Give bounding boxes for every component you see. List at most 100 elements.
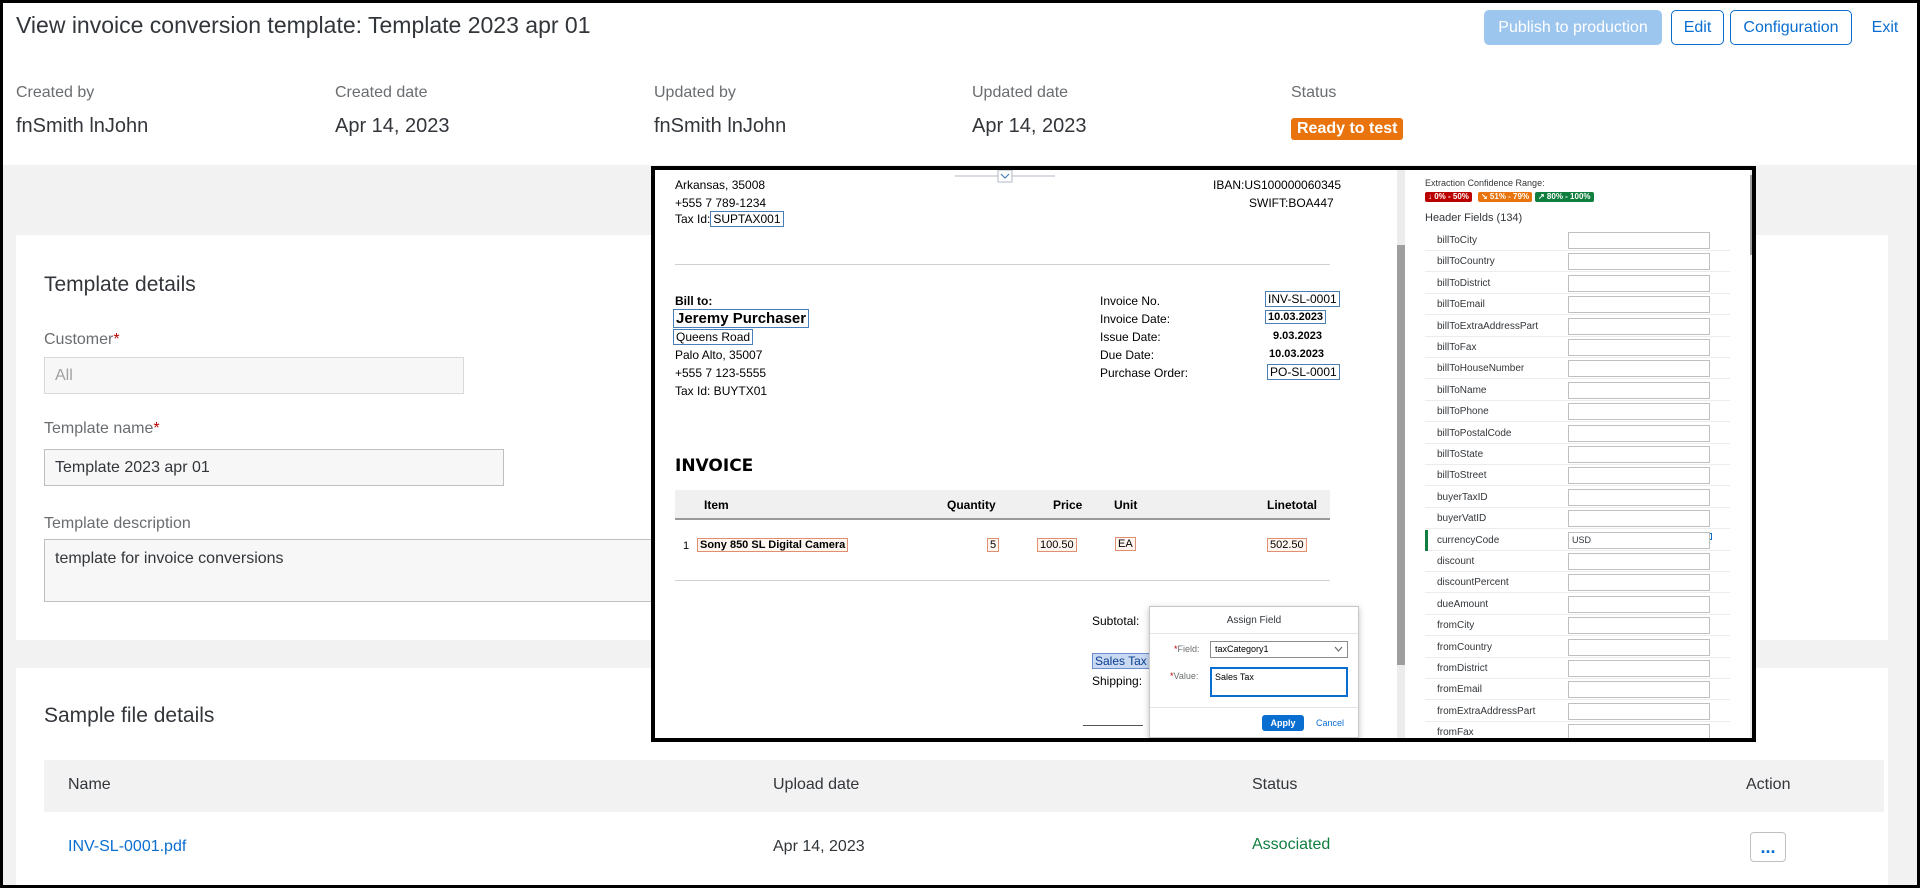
divider [1083, 725, 1143, 726]
header-field-row: billToCountry [1425, 251, 1730, 273]
column-header-name[interactable]: Name [68, 776, 111, 794]
template-name-input[interactable]: Template 2023 apr 01 [44, 449, 504, 486]
apply-button[interactable]: Apply [1262, 715, 1304, 731]
header-field-input[interactable] [1568, 488, 1710, 506]
header-field-row: billToPhone [1425, 401, 1730, 423]
header-field-name: fromEmail [1437, 684, 1483, 696]
header-field-input[interactable] [1568, 403, 1710, 421]
po-value[interactable]: PO-SL-0001 [1267, 364, 1340, 380]
document-scrollbar-thumb[interactable] [1397, 245, 1405, 665]
field-select[interactable]: taxCategory1 [1210, 641, 1348, 658]
header-field-row: billToEmail [1425, 294, 1730, 316]
header-field-input[interactable] [1568, 296, 1710, 314]
template-description-label: Template description [44, 515, 191, 532]
exit-button[interactable]: Exit [1860, 10, 1910, 45]
updated-by-value: fnSmith lnJohn [654, 115, 787, 137]
header-field-input[interactable] [1568, 381, 1710, 399]
line-item[interactable]: Sony 850 SL Digital Camera [697, 538, 849, 552]
header-field-input[interactable] [1568, 317, 1710, 335]
header-field-input[interactable] [1568, 574, 1710, 592]
header-field-input[interactable] [1568, 638, 1710, 656]
divider [675, 580, 1330, 581]
col-linetotal: Linetotal [1267, 498, 1317, 512]
header-field-name: fromCountry [1437, 641, 1493, 653]
header-field-name: billToState [1437, 449, 1484, 460]
column-header-upload-date[interactable]: Upload date [773, 776, 859, 794]
line-items-header [675, 490, 1330, 520]
header-field-row: billToFax [1425, 337, 1730, 358]
column-header-action[interactable]: Action [1746, 776, 1790, 794]
line-total[interactable]: 502.50 [1267, 538, 1307, 552]
header-field-row: billToStreet [1425, 465, 1730, 487]
sample-file-details-title: Sample file details [44, 704, 215, 727]
value-textarea[interactable]: Sales Tax [1210, 667, 1348, 697]
header-field-name: dueAmount [1437, 598, 1489, 610]
header-field-name: fromExtraAddressPart [1437, 705, 1536, 717]
header-field-name: billToPostalCode [1437, 427, 1512, 439]
header-field-row: fromCity [1425, 615, 1730, 637]
updated-date-label: Updated date [972, 84, 1069, 101]
po-label: Purchase Order: [1100, 366, 1189, 380]
file-name-link[interactable]: INV-SL-0001.pdf [68, 838, 186, 856]
header-field-input[interactable] [1568, 724, 1710, 738]
subtotal-label: Subtotal: [1092, 614, 1140, 628]
table-header: Name Upload date Status Action [44, 760, 1884, 812]
upload-date-cell: Apr 14, 2023 [773, 838, 865, 855]
cancel-button[interactable]: Cancel [1310, 715, 1350, 731]
collapse-chevron-icon[interactable] [955, 170, 1055, 184]
value-label: *Value: [1170, 671, 1199, 681]
header-field-name: billToName [1437, 384, 1487, 396]
header-field-input[interactable] [1568, 253, 1710, 271]
header-field-row: buyerTaxID [1425, 487, 1730, 508]
header-field-input[interactable] [1568, 595, 1710, 613]
header-field-input[interactable]: USD [1568, 531, 1710, 549]
confidence-mid-badge: ↘ 51% - 79% [1478, 192, 1533, 202]
header-field-input[interactable] [1568, 274, 1710, 292]
header-field-input[interactable] [1568, 510, 1710, 528]
line-unit[interactable]: EA [1115, 537, 1136, 551]
header-field-input[interactable] [1568, 681, 1710, 699]
header-field-row: fromFax [1425, 722, 1730, 738]
header-field-row: billToPostalCode [1425, 423, 1730, 444]
header-field-input[interactable] [1568, 424, 1710, 442]
header-field-name: billToCity [1437, 235, 1478, 246]
invoice-no-value[interactable]: INV-SL-0001 [1265, 291, 1340, 307]
publish-button[interactable]: Publish to production [1484, 10, 1662, 45]
panel-scrollbar[interactable] [1750, 170, 1752, 738]
page-header: View invoice conversion template: Templa… [0, 0, 1920, 165]
line-quantity[interactable]: 5 [987, 538, 1000, 552]
swift: SWIFT:BOA447 [1249, 196, 1334, 210]
configuration-button[interactable]: Configuration [1730, 10, 1852, 45]
header-field-row: fromCountry [1425, 637, 1730, 658]
sales-tax-label[interactable]: Sales Tax [1092, 653, 1150, 669]
line-price[interactable]: 100.50 [1037, 538, 1077, 552]
header-field-input[interactable] [1568, 702, 1710, 720]
panel-scrollbar-thumb[interactable] [1750, 175, 1752, 255]
buyer-phone: +555 7 123-5555 [675, 366, 767, 380]
template-name-label: Template name* [44, 420, 160, 437]
header-field-input[interactable] [1568, 360, 1710, 378]
divider [675, 264, 1330, 265]
col-item: Item [704, 498, 729, 512]
header-field-input[interactable] [1568, 467, 1710, 485]
header-field-name: buyerVatID [1437, 513, 1487, 525]
header-field-input[interactable] [1568, 660, 1710, 677]
customer-label: Customer* [44, 331, 120, 348]
header-field-input[interactable] [1568, 339, 1710, 356]
customer-input[interactable]: All [44, 357, 464, 394]
header-field-row: billToName [1425, 380, 1730, 401]
header-field-input[interactable] [1568, 617, 1710, 635]
column-header-status[interactable]: Status [1252, 776, 1297, 794]
header-field-input[interactable] [1568, 232, 1710, 249]
header-field-row: billToHouseNumber [1425, 358, 1730, 380]
header-field-row: currencyCode USD [1425, 529, 1730, 551]
invoice-document: Arkansas, 35008 +555 7 789-1234 Tax Id: S… [655, 170, 1395, 738]
buyer-name[interactable]: Jeremy Purchaser [673, 309, 810, 328]
header-field-input[interactable] [1568, 553, 1710, 570]
issue-date-value: 9.03.2023 [1273, 330, 1322, 342]
row-action-button[interactable]: ... [1750, 832, 1786, 862]
edit-button[interactable]: Edit [1671, 10, 1724, 45]
buyer-street[interactable]: Queens Road [673, 329, 754, 345]
invoice-date-value[interactable]: 10.03.2023 [1265, 310, 1327, 324]
header-field-input[interactable] [1568, 446, 1710, 463]
